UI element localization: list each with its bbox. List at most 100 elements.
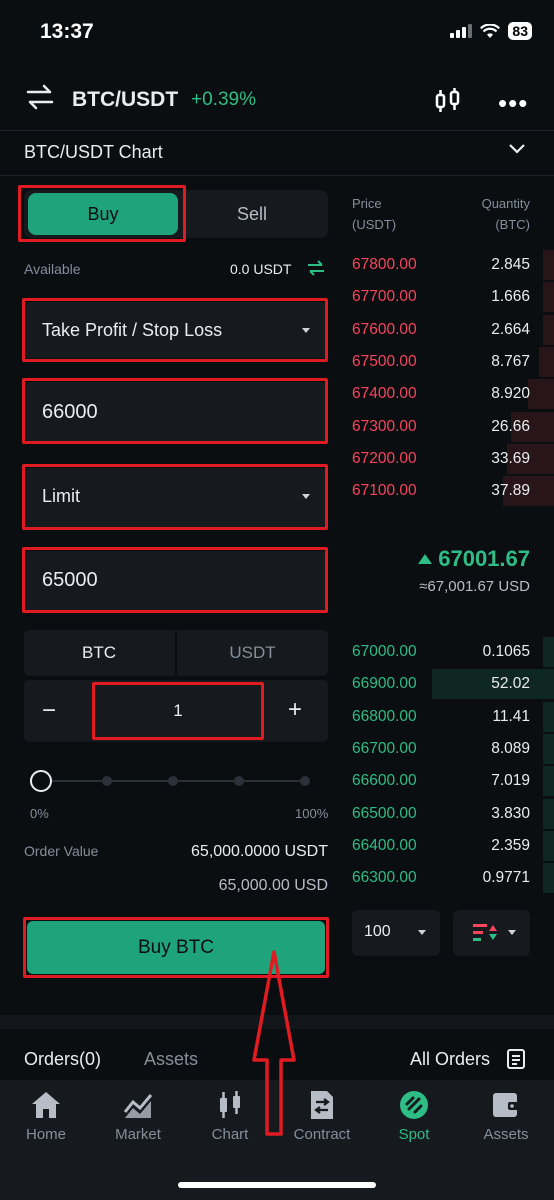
- depth-bar: [543, 314, 554, 345]
- slider-step-dot[interactable]: [300, 776, 310, 786]
- ask-row[interactable]: 67700.00 1.666: [340, 281, 554, 313]
- slider-min-label: 0%: [30, 806, 49, 821]
- pair-title[interactable]: BTC/USDT: [72, 88, 178, 112]
- sell-tab[interactable]: Sell: [180, 193, 324, 235]
- tab-assets[interactable]: Assets: [144, 1049, 198, 1070]
- candlestick-icon[interactable]: [434, 87, 462, 115]
- order-price: 67100.00: [352, 482, 417, 500]
- order-price: 67500.00: [352, 352, 417, 370]
- bid-row[interactable]: 66400.00 2.359: [340, 830, 554, 862]
- signal-icon: [450, 24, 473, 38]
- order-price: 66700.00: [352, 739, 417, 757]
- quantity-header: Quantity (BTC): [482, 193, 530, 235]
- slider-step-dot[interactable]: [168, 776, 178, 786]
- bid-row[interactable]: 67000.00 0.1065: [340, 636, 554, 668]
- nav-market[interactable]: Market: [92, 1090, 184, 1143]
- slider-step-dot[interactable]: [102, 776, 112, 786]
- order-price: 66300.00: [352, 869, 417, 887]
- swap-pairs-icon[interactable]: [26, 84, 54, 110]
- nav-label: Chart: [211, 1126, 249, 1143]
- ask-row[interactable]: 67400.00 8.920: [340, 378, 554, 410]
- bid-row[interactable]: 66800.00 11.41: [340, 701, 554, 733]
- order-quantity: 26.66: [491, 417, 530, 435]
- unit-tab-usdt[interactable]: USDT: [177, 630, 328, 676]
- spot-icon: [400, 1091, 428, 1119]
- bid-row[interactable]: 66600.00 7.019: [340, 765, 554, 797]
- ask-row[interactable]: 67100.00 37.89: [340, 475, 554, 507]
- available-value: 0.0 USDT: [230, 261, 292, 277]
- market-icon: [123, 1094, 153, 1118]
- order-quantity: 0.1065: [482, 643, 530, 660]
- annotation-arrow: [252, 950, 296, 1136]
- depth-bar: [539, 346, 554, 377]
- home-indicator[interactable]: [178, 1182, 376, 1188]
- order-quantity: 2.359: [491, 836, 530, 854]
- depth-select-value: 100: [364, 923, 391, 940]
- increment-button[interactable]: +: [288, 696, 302, 724]
- order-price: 66400.00: [352, 836, 417, 854]
- home-icon: [32, 1092, 60, 1118]
- depth-bar: [543, 733, 554, 764]
- nav-home[interactable]: Home: [0, 1090, 92, 1143]
- order-price: 67600.00: [352, 320, 417, 338]
- ask-row[interactable]: 67200.00 33.69: [340, 443, 554, 475]
- more-icon[interactable]: •••: [498, 88, 528, 119]
- bid-row[interactable]: 66900.00 52.02: [340, 668, 554, 700]
- depth-bar: [543, 863, 554, 894]
- transfer-icon[interactable]: [307, 259, 325, 277]
- order-price: 67400.00: [352, 385, 417, 403]
- chart-title: BTC/USDT Chart: [24, 142, 163, 162]
- all-orders-link[interactable]: All Orders: [410, 1049, 490, 1070]
- depth-select[interactable]: 100: [352, 910, 440, 956]
- bid-row[interactable]: 66300.00 0.9771: [340, 862, 554, 894]
- order-value: 65,000.0000 USDT: [191, 843, 328, 860]
- ask-row[interactable]: 67300.00 26.66: [340, 411, 554, 443]
- quantity-header-unit: (BTC): [495, 217, 530, 232]
- ask-row[interactable]: 67500.00 8.767: [340, 346, 554, 378]
- order-value-usd: 65,000.00 USD: [218, 877, 328, 894]
- tab-orders[interactable]: Orders(0): [24, 1049, 101, 1070]
- depth-bar: [543, 701, 554, 732]
- slider-knob[interactable]: [30, 770, 52, 792]
- last-price: 67001.67: [418, 546, 530, 572]
- status-time: 13:37: [40, 20, 94, 43]
- decrement-button[interactable]: −: [42, 697, 56, 725]
- depth-bar: [543, 798, 554, 829]
- nav-label: Assets: [483, 1126, 529, 1143]
- depth-bar: [543, 830, 554, 861]
- chevron-down-icon[interactable]: [508, 143, 526, 155]
- bid-row[interactable]: 66500.00 3.830: [340, 798, 554, 830]
- battery-icon: 83: [508, 22, 532, 40]
- nav-label: Market: [115, 1126, 161, 1143]
- slider-step-dot[interactable]: [234, 776, 244, 786]
- nav-label: Home: [25, 1126, 66, 1143]
- price-header: Price (USDT): [352, 193, 396, 235]
- bid-row[interactable]: 66700.00 8.089: [340, 733, 554, 765]
- wallet-icon: [493, 1093, 519, 1117]
- order-price: 66500.00: [352, 804, 417, 822]
- depth-bar: [528, 379, 554, 410]
- order-quantity: 2.664: [491, 320, 530, 338]
- status-icons: 83: [450, 22, 532, 40]
- unit-tab-btc[interactable]: BTC: [24, 630, 174, 676]
- nav-spot[interactable]: Spot: [368, 1090, 460, 1143]
- slider-max-label: 100%: [295, 806, 329, 821]
- highlight-box: [22, 298, 328, 362]
- document-icon[interactable]: [507, 1049, 525, 1069]
- order-price: 67300.00: [352, 417, 417, 435]
- nav-label: Contract: [293, 1126, 351, 1143]
- order-quantity: 3.830: [491, 804, 530, 822]
- available-label: Available: [24, 261, 81, 277]
- order-price: 67800.00: [352, 256, 417, 273]
- order-price: 67200.00: [352, 449, 417, 467]
- caret-down-icon: [508, 930, 516, 935]
- order-quantity: 0.9771: [482, 869, 530, 887]
- ask-row[interactable]: 67600.00 2.664: [340, 314, 554, 346]
- chart-icon: [220, 1091, 240, 1118]
- order-quantity: 8.920: [491, 385, 530, 403]
- book-view-select[interactable]: [453, 910, 530, 956]
- ask-row[interactable]: 67800.00 2.845: [340, 249, 554, 281]
- quantity-input[interactable]: 1: [92, 682, 264, 740]
- nav-assets[interactable]: Assets: [460, 1090, 552, 1143]
- order-quantity: 7.019: [491, 772, 530, 790]
